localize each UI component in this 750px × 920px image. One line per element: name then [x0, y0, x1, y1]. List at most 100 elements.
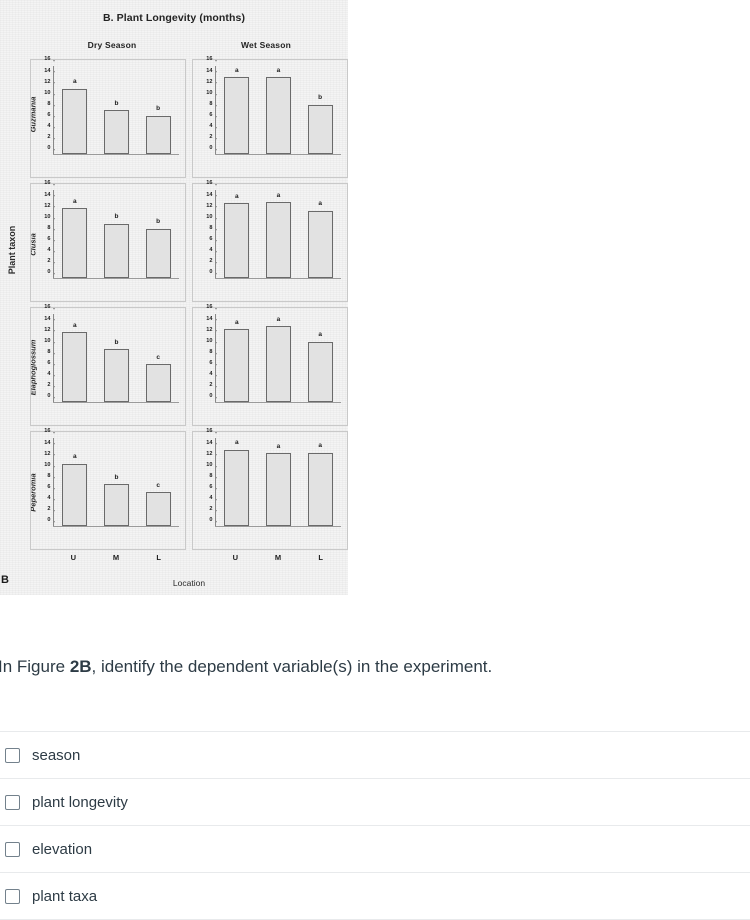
question-text-before: In Figure — [0, 657, 70, 676]
y-axis-tick: 14 — [44, 440, 55, 447]
y-axis-tick: 4 — [209, 496, 217, 502]
y-axis-tick: 6 — [47, 113, 55, 119]
bar — [103, 223, 129, 278]
bar-slot: a — [222, 66, 252, 154]
y-axis-tick: 2 — [47, 507, 55, 513]
y-axis-tick: 0 — [47, 270, 55, 277]
bar-significance-letter: b — [156, 105, 161, 112]
bar — [103, 349, 129, 402]
y-axis-tick: 10 — [44, 338, 55, 345]
bar — [62, 463, 88, 526]
figure-panel-letter: B — [1, 574, 9, 586]
answer-option-row[interactable]: elevation — [0, 826, 750, 873]
x-axis-line — [53, 526, 179, 527]
bar — [265, 77, 291, 154]
y-axis-tick: 8 — [47, 473, 55, 480]
season-header-wet: Wet Season — [240, 40, 292, 50]
panel-elaphoglossum-wet: 16 14 12 10 8 6 4 2 0 a a a — [192, 305, 348, 426]
bar-significance-letter: a — [318, 331, 322, 338]
y-axis-tick: 16 — [206, 305, 217, 312]
y-axis-tick: 6 — [209, 113, 217, 119]
plot-area: 16 14 12 10 8 6 4 2 0 a a b — [206, 57, 341, 155]
bar — [224, 203, 250, 278]
y-axis-tick: 4 — [209, 248, 217, 254]
y-axis-tick: 4 — [47, 124, 55, 130]
y-axis-tick: 6 — [47, 237, 55, 243]
y-axis-tick: 8 — [209, 349, 217, 356]
bar-slot: a — [263, 190, 293, 278]
bar — [307, 341, 333, 402]
y-axis-tick: 2 — [209, 507, 217, 513]
x-axis-line — [215, 278, 341, 279]
x-axis-line — [215, 154, 341, 155]
checkbox-icon[interactable] — [5, 888, 20, 904]
bar-significance-letter: a — [318, 442, 322, 450]
bar — [307, 104, 333, 154]
panel-clusia-wet: 16 14 12 10 8 6 4 2 0 a a a — [192, 181, 348, 302]
bar-significance-letter: a — [276, 315, 281, 323]
y-axis-tick: 2 — [47, 383, 55, 389]
y-axis-tick: 10 — [44, 462, 55, 469]
panel-peperomia-dry: 16 14 12 10 8 6 4 2 0 a b c — [30, 429, 186, 550]
bar-slot: a — [60, 314, 90, 402]
checkbox-icon[interactable] — [5, 747, 20, 763]
bar-significance-letter: b — [156, 218, 161, 225]
bar-slot: a — [222, 314, 252, 402]
y-axis-tick: 8 — [47, 101, 55, 108]
checkbox-icon[interactable] — [5, 794, 20, 810]
y-axis-tick: 8 — [209, 225, 217, 232]
bar-slot: a — [305, 190, 335, 278]
bar-slot: a — [263, 66, 293, 154]
answer-options-list: season plant longevity elevation plant taxa — [0, 731, 750, 920]
bar-slot: a — [60, 438, 90, 526]
y-axis-tick: 14 — [206, 68, 217, 75]
bar-slot: c — [143, 438, 173, 526]
bar-group: a b c — [54, 438, 179, 526]
y-axis-tick: 8 — [209, 101, 217, 108]
answer-option-row[interactable]: plant taxa — [0, 873, 750, 920]
panel-guzmania-dry: 16 14 12 10 8 6 4 2 0 a b b — [30, 57, 186, 178]
y-axis-tick: 12 — [44, 451, 55, 458]
y-axis-tick: 10 — [44, 214, 55, 221]
x-axis-tick-label: L — [156, 553, 161, 562]
x-axis-title-location: Location — [172, 578, 206, 588]
y-axis-tick: 12 — [206, 451, 217, 458]
y-axis-tick: 16 — [206, 57, 217, 64]
bar-slot: b — [143, 190, 173, 278]
y-axis-tick: 12 — [44, 327, 55, 334]
bar-slot: a — [222, 438, 252, 526]
plot-area: 16 14 12 10 8 6 4 2 0 a a a — [206, 429, 341, 527]
bar-slot: b — [101, 314, 131, 402]
y-axis-tick: 0 — [47, 518, 55, 525]
bar-significance-letter: c — [156, 481, 160, 489]
y-axis-tick: 16 — [44, 57, 55, 64]
bar — [307, 452, 333, 526]
y-axis-tick: 4 — [47, 496, 55, 502]
y-axis-tick: 10 — [44, 90, 55, 97]
bar — [224, 449, 250, 526]
bar-significance-letter: a — [235, 66, 239, 74]
bar-slot: b — [101, 66, 131, 154]
bar — [103, 484, 129, 526]
bar-slot: a — [263, 314, 293, 402]
checkbox-icon[interactable] — [5, 841, 20, 857]
plot-area: 16 14 12 10 8 6 4 2 0 a b b — [44, 57, 179, 155]
y-axis-tick: 2 — [47, 135, 55, 141]
answer-option-row[interactable]: season — [0, 732, 750, 779]
answer-option-label: plant longevity — [32, 793, 128, 811]
plot-area: 16 14 12 10 8 6 4 2 0 a b b — [44, 181, 179, 279]
bar — [145, 115, 171, 154]
answer-option-row[interactable]: plant longevity — [0, 779, 750, 826]
bar-slot: a — [263, 438, 293, 526]
x-axis-ticks-wet: UML — [214, 553, 342, 562]
bar-significance-letter: b — [114, 213, 119, 221]
bar-significance-letter: a — [235, 192, 239, 200]
y-axis-tick: 16 — [206, 181, 217, 188]
bar-group: a a a — [216, 314, 341, 402]
y-axis-tick: 10 — [206, 214, 217, 221]
x-axis-line — [215, 526, 341, 527]
bar-group: a b b — [54, 66, 179, 154]
bar — [145, 228, 171, 278]
y-axis-tick: 4 — [209, 372, 217, 378]
y-axis-tick: 14 — [44, 316, 55, 323]
